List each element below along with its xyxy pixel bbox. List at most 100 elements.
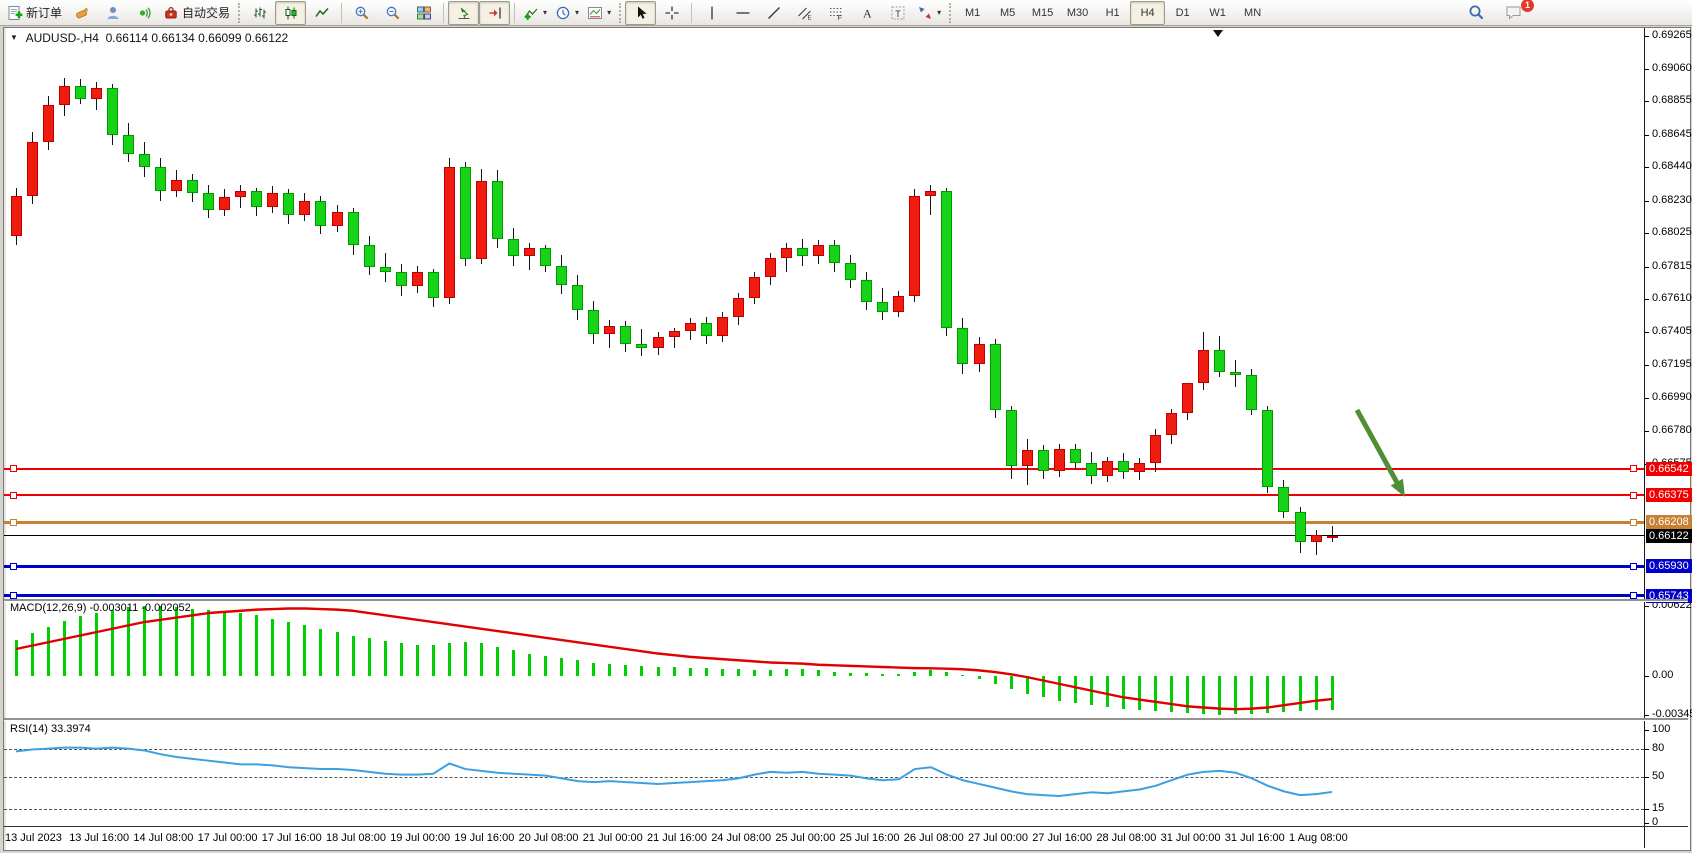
rsi-scale-label: 50	[1652, 770, 1664, 782]
zoom-in-icon	[354, 5, 370, 21]
chart-symbol-period: AUDUSD-,H4	[26, 31, 99, 45]
text-button[interactable]: A	[851, 1, 882, 25]
cursor-button[interactable]	[625, 1, 656, 25]
toolbar-grip	[619, 3, 621, 23]
equidistant-channel-button[interactable]: E	[789, 1, 820, 25]
autotrading-button[interactable]: 自动交易	[159, 1, 234, 25]
trendline-button[interactable]	[758, 1, 789, 25]
arrows-button[interactable]: ▾	[913, 1, 945, 25]
auto-scroll-icon	[456, 5, 472, 21]
new-order-icon	[7, 5, 23, 21]
dropdown-caret: ▾	[575, 8, 579, 17]
toolbar-separator	[691, 3, 692, 23]
timeframe-m15-button[interactable]: M15	[1025, 1, 1060, 25]
chart-quote-line: 0.66114 0.66134 0.66099 0.66122	[106, 31, 289, 45]
timeframe-d1-button[interactable]: D1	[1165, 1, 1200, 25]
arrows-icon	[917, 5, 933, 21]
timeframe-m5-button[interactable]: M5	[990, 1, 1025, 25]
chart-title-dropdown-icon[interactable]: ▼	[10, 33, 18, 42]
rsi-panel-splitter[interactable]	[4, 718, 1688, 721]
time-axis-label: 20 Jul 08:00	[519, 832, 579, 844]
time-axis-label: 25 Jul 16:00	[840, 832, 900, 844]
price-tick-label: 0.68440	[1652, 160, 1692, 172]
vertical-line-button[interactable]	[696, 1, 727, 25]
dropdown-caret: ▾	[543, 8, 547, 17]
chart-shift-marker[interactable]	[1213, 30, 1223, 37]
chart-window[interactable]: 0.692650.690600.688550.686450.684400.682…	[3, 27, 1691, 851]
vertical-line-icon	[704, 5, 720, 21]
time-axis-label: 17 Jul 16:00	[262, 832, 322, 844]
chat-bubble-icon	[1505, 4, 1522, 21]
price-tick-label: 0.67815	[1652, 260, 1692, 272]
profile-button[interactable]	[97, 1, 128, 25]
time-axis-label: 21 Jul 00:00	[583, 832, 643, 844]
price-tick-label: 0.67195	[1652, 358, 1692, 370]
timeframe-m1-button[interactable]: M1	[955, 1, 990, 25]
search-button[interactable]	[1461, 1, 1492, 25]
horizontal-line-button[interactable]	[727, 1, 758, 25]
zoom-out-button[interactable]	[377, 1, 408, 25]
rsi-scale-label: 15	[1652, 802, 1664, 814]
price-tick-label: 0.66780	[1652, 424, 1692, 436]
price-tick-label: 0.67610	[1652, 292, 1692, 304]
timeframe-w1-button[interactable]: W1	[1200, 1, 1235, 25]
tile-windows-button[interactable]	[408, 1, 439, 25]
periods-button[interactable]: ▾	[551, 1, 583, 25]
auto-scroll-button[interactable]	[448, 1, 479, 25]
community-button[interactable]: 1	[1498, 1, 1529, 25]
time-axis-label: 14 Jul 08:00	[133, 832, 193, 844]
timeframe-h4-button[interactable]: H4	[1130, 1, 1165, 25]
timeframe-h1-button[interactable]: H1	[1095, 1, 1130, 25]
text-a-icon: A	[859, 5, 875, 21]
crosshair-button[interactable]	[656, 1, 687, 25]
macd-panel-splitter[interactable]	[4, 599, 1688, 602]
price-tick-label: 0.68230	[1652, 194, 1692, 206]
time-axis-label: 13 Jul 2023	[5, 832, 62, 844]
timeframe-mn-button[interactable]: MN	[1235, 1, 1270, 25]
time-axis-label: 24 Jul 08:00	[711, 832, 771, 844]
timeframe-m30-button[interactable]: M30	[1060, 1, 1095, 25]
price-tick-label: 0.68025	[1652, 226, 1692, 238]
rsi-scale-label: 100	[1652, 723, 1670, 735]
signals-button[interactable]	[128, 1, 159, 25]
cursor-arrow-icon	[633, 5, 649, 21]
clock-icon	[555, 5, 571, 21]
chart-shift-button[interactable]	[479, 1, 510, 25]
toolbar-separator	[443, 3, 444, 23]
rsi-indicator-label: RSI(14) 33.3974	[10, 723, 91, 735]
text-label-icon: T	[890, 5, 906, 21]
new-order-button[interactable]: 新订单	[3, 1, 66, 25]
time-axis-label: 28 Jul 08:00	[1096, 832, 1156, 844]
fibonacci-button[interactable]: F	[820, 1, 851, 25]
time-axis-label: 17 Jul 00:00	[198, 832, 258, 844]
time-axis-label: 25 Jul 00:00	[775, 832, 835, 844]
svg-text:F: F	[837, 15, 841, 21]
price-line-badge: 0.65930	[1646, 559, 1692, 573]
fibonacci-icon: F	[828, 5, 844, 21]
time-axis-label: 26 Jul 08:00	[904, 832, 964, 844]
chart-styler-button[interactable]	[66, 1, 97, 25]
toolbar-right-cluster: 1	[1461, 1, 1529, 25]
broadcast-icon	[136, 5, 152, 21]
indicators-button[interactable]: ▾	[519, 1, 551, 25]
bar-chart-button[interactable]	[244, 1, 275, 25]
price-tick-label: 0.68645	[1652, 128, 1692, 140]
templates-button[interactable]: ▾	[583, 1, 615, 25]
add-indicator-icon	[523, 5, 539, 21]
text-label-button[interactable]: T	[882, 1, 913, 25]
zoom-in-button[interactable]	[346, 1, 377, 25]
svg-text:E: E	[807, 15, 811, 21]
time-axis-label: 21 Jul 16:00	[647, 832, 707, 844]
candlestick-icon	[283, 5, 299, 21]
line-chart-button[interactable]	[306, 1, 337, 25]
search-icon	[1468, 4, 1485, 21]
candlestick-chart-button[interactable]	[275, 1, 306, 25]
toolbar-grip	[949, 3, 951, 23]
chart-title: ▼ AUDUSD-,H4 0.66114 0.66134 0.66099 0.6…	[10, 31, 288, 45]
new-order-label: 新订单	[26, 4, 62, 21]
svg-text:A: A	[863, 6, 872, 20]
zoom-out-icon	[385, 5, 401, 21]
time-axis-label: 19 Jul 00:00	[390, 832, 450, 844]
autotrading-icon	[163, 5, 179, 21]
toolbar-separator	[341, 3, 342, 23]
